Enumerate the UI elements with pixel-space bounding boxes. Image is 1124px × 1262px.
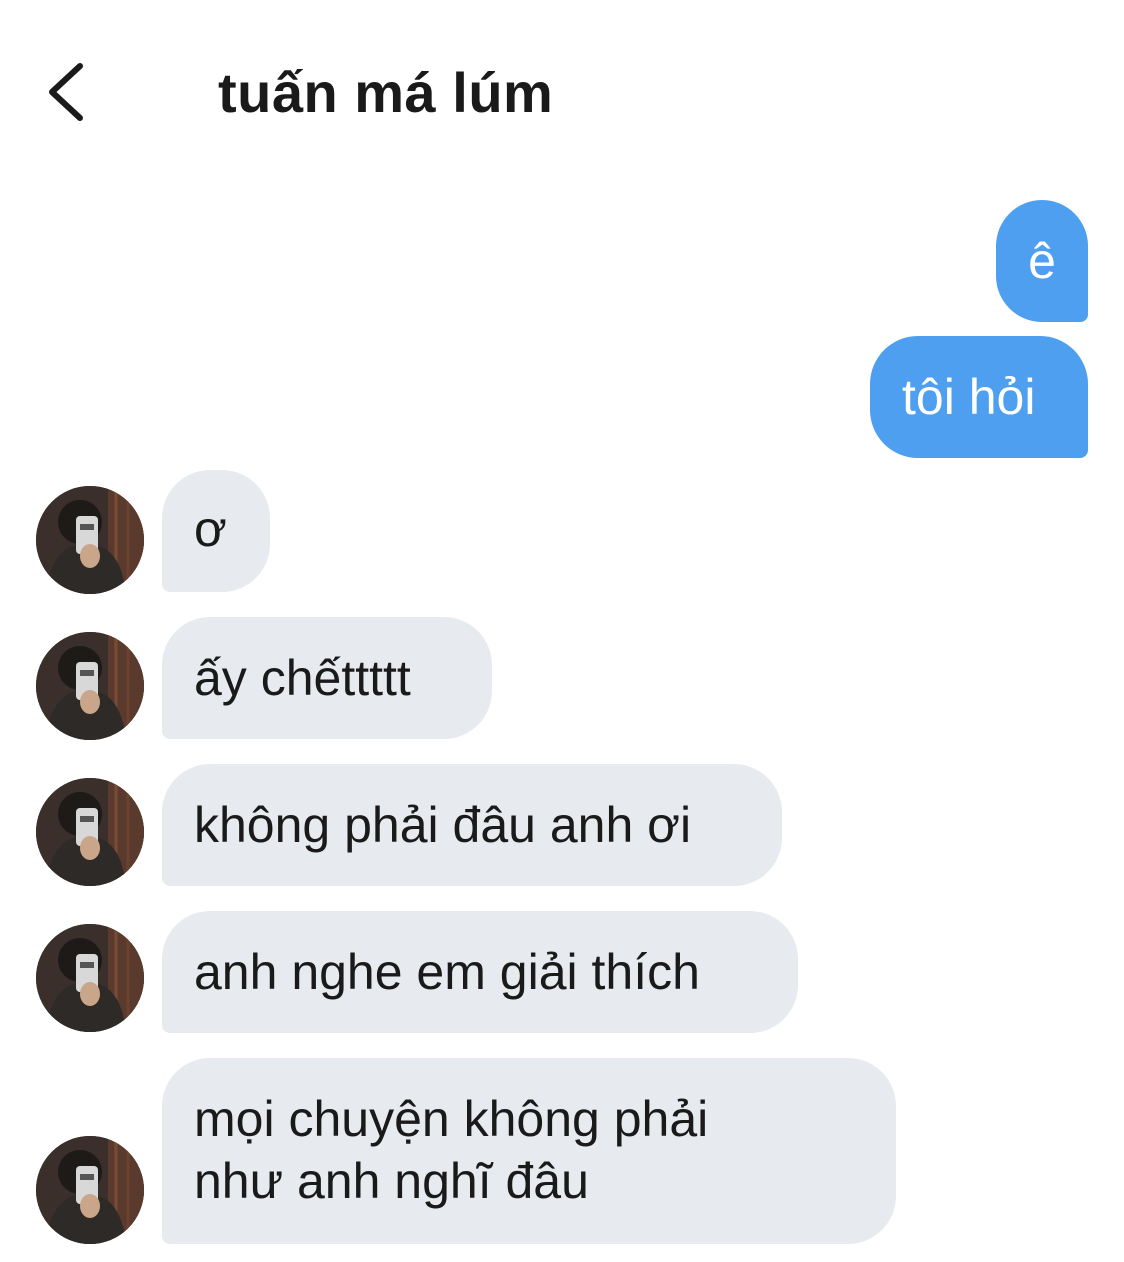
avatar[interactable] xyxy=(36,632,144,740)
incoming-message[interactable]: anh nghe em giải thích xyxy=(162,911,798,1033)
avatar[interactable] xyxy=(36,486,144,594)
message-text-line: mọi chuyện không phải xyxy=(194,1091,709,1147)
message-text: tôi hỏi xyxy=(902,369,1036,425)
incoming-message[interactable]: mọi chuyện không phải như anh nghĩ đâu xyxy=(162,1058,896,1244)
message-text: không phải đâu anh ơi xyxy=(194,797,692,853)
incoming-message[interactable]: ấy chếttttt xyxy=(162,617,492,739)
message-text: ơ xyxy=(194,501,227,557)
message-text: anh nghe em giải thích xyxy=(194,944,700,1000)
chat-header: tuấn má lúm xyxy=(0,0,1124,160)
outgoing-message[interactable]: tôi hỏi xyxy=(870,336,1088,458)
message-text: ấy chếttttt xyxy=(194,650,411,706)
contact-name[interactable]: tuấn má lúm xyxy=(218,58,553,128)
message-text: ê xyxy=(1028,233,1056,289)
avatar[interactable] xyxy=(36,1136,144,1244)
outgoing-message[interactable]: ê xyxy=(996,200,1088,322)
back-button[interactable] xyxy=(36,52,100,132)
incoming-message[interactable]: không phải đâu anh ơi xyxy=(162,764,782,886)
chevron-left-icon xyxy=(49,63,83,121)
avatar[interactable] xyxy=(36,924,144,1032)
message-text-line: như anh nghĩ đâu xyxy=(194,1153,589,1209)
avatar[interactable] xyxy=(36,778,144,886)
incoming-message[interactable]: ơ xyxy=(162,470,270,592)
